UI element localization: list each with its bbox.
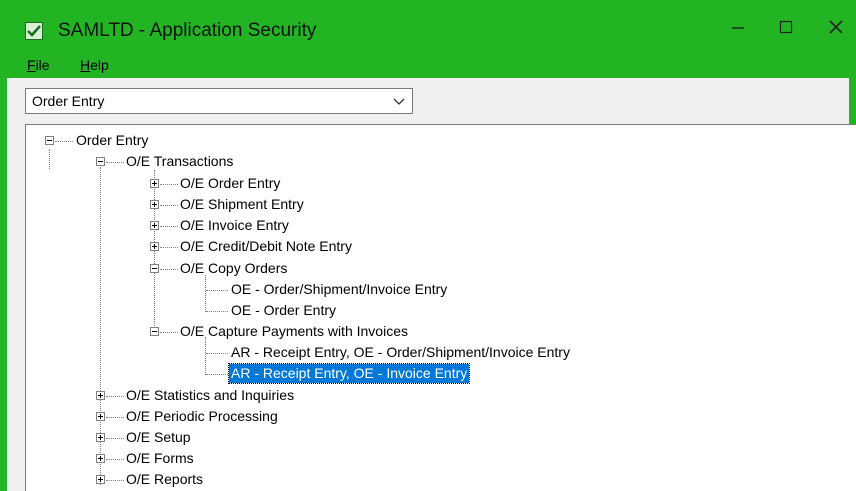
expand-icon[interactable] [150,200,159,209]
title-bar[interactable]: SAMLTD - Application Security [7,0,856,54]
tree-node-oe-periodic-processing[interactable]: O/E Periodic Processing [126,407,278,426]
tree-node-oe-copy-orders[interactable]: O/E Copy Orders [180,259,287,278]
tree-line [160,205,178,206]
menu-file-accelerator: F [27,57,36,73]
module-select-value: Order Entry [32,93,105,109]
tree-node-oe-order-entry[interactable]: O/E Order Entry [180,174,280,193]
tree-node-oe-statistics-inquiries[interactable]: O/E Statistics and Inquiries [126,386,294,405]
collapse-icon[interactable] [150,327,159,336]
app-icon [25,22,43,40]
minimize-button[interactable] [715,10,761,44]
tree-node-copy-order-entry[interactable]: OE - Order Entry [231,301,336,320]
tree-line [106,417,124,418]
tree-node-ar-receipt-oe-invoice-entry[interactable]: AR - Receipt Entry, OE - Invoice Entry [227,363,471,384]
menu-file[interactable]: File [27,57,50,73]
tree-node-copy-order-shipment-invoice[interactable]: OE - Order/Shipment/Invoice Entry [231,280,447,299]
collapse-icon[interactable] [45,136,54,145]
menu-help[interactable]: Help [80,57,109,73]
tree-node-oe-transactions[interactable]: O/E Transactions [126,152,233,171]
tree-node-ar-receipt-oe-order-shipment-invoice[interactable]: AR - Receipt Entry, OE - Order/Shipment/… [231,343,570,362]
tree-line [205,337,206,375]
tree-line [106,396,124,397]
tree-node-oe-credit-debit-note-entry[interactable]: O/E Credit/Debit Note Entry [180,237,352,256]
window-title: SAMLTD - Application Security [58,20,317,41]
menu-file-label: ile [35,57,50,73]
expand-icon[interactable] [150,221,159,230]
tree-node-oe-reports[interactable]: O/E Reports [126,470,203,489]
expand-icon[interactable] [96,454,105,463]
tree-line [106,480,124,481]
security-tree[interactable]: Order Entry O/E Transactions O/E Order E… [25,124,856,491]
close-button[interactable] [813,10,856,44]
tree-node-oe-shipment-entry[interactable]: O/E Shipment Entry [180,195,304,214]
tree-line [160,184,178,185]
tree-line [106,162,124,163]
module-select[interactable]: Order Entry [25,88,413,114]
tree-line [206,353,228,354]
collapse-icon[interactable] [96,157,105,166]
expand-icon[interactable] [96,475,105,484]
expand-icon[interactable] [96,412,105,421]
tree-node-oe-forms[interactable]: O/E Forms [126,449,194,468]
maximize-button[interactable] [763,10,809,44]
tree-line [206,290,228,291]
tree-line [206,311,228,312]
tree-line [106,459,124,460]
tree-node-oe-capture-payments[interactable]: O/E Capture Payments with Invoices [180,322,408,341]
tree-node-oe-setup[interactable]: O/E Setup [126,428,191,447]
tree-line [106,438,124,439]
collapse-icon[interactable] [150,264,159,273]
application-window: SAMLTD - Application Security File Help … [0,0,856,491]
chevron-down-icon [393,98,405,105]
expand-icon[interactable] [96,391,105,400]
tree-line [55,141,73,142]
tree-line [160,269,178,270]
tree-line [160,226,178,227]
expand-icon[interactable] [150,242,159,251]
tree-line [49,149,50,169]
tree-node-oe-invoice-entry[interactable]: O/E Invoice Entry [180,216,289,235]
expand-icon[interactable] [150,179,159,188]
close-icon [829,20,843,34]
tree-line [205,275,206,312]
expand-icon[interactable] [96,433,105,442]
minimize-icon [732,27,744,29]
tree-line [154,170,155,332]
menu-help-label: elp [90,57,109,73]
tree-line [160,247,178,248]
maximize-icon [779,20,793,34]
tree-node-order-entry[interactable]: Order Entry [76,131,148,150]
tree-line [206,374,228,375]
menu-bar: File Help [7,54,856,78]
tree-line [160,332,178,333]
menu-help-accelerator: H [80,57,91,73]
